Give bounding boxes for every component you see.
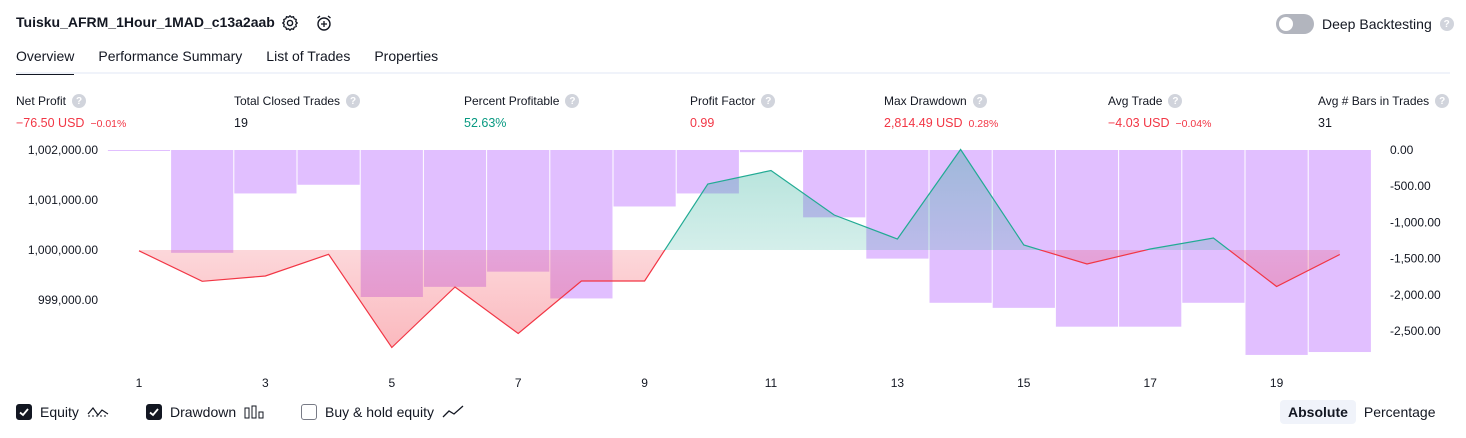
x-axis-tick: 1: [136, 376, 143, 390]
metric-profit-factor: Profit Factor? 0.99: [690, 94, 776, 130]
right-axis-tick: -1,000.00: [1390, 215, 1441, 229]
metric-net-profit: Net Profit? −76.50 USD −0.01%: [16, 94, 126, 130]
info-icon[interactable]: ?: [346, 94, 361, 108]
right-axis-tick: -2,000.00: [1390, 288, 1441, 302]
metric-value: 19: [234, 116, 248, 130]
absolute-button[interactable]: Absolute: [1280, 400, 1356, 424]
metric-label: Total Closed Trades: [234, 94, 341, 108]
legend-buy-hold[interactable]: Buy & hold equity: [301, 404, 464, 420]
trend-line-icon: [442, 405, 464, 418]
right-axis-tick: -2,500.00: [1390, 324, 1441, 338]
left-axis-tick: 1,001,000.00: [28, 193, 98, 207]
drawdown-bar: [739, 150, 803, 153]
help-icon[interactable]: ?: [1439, 17, 1454, 31]
drawdown-bar: [1055, 150, 1119, 327]
drawdown-label: Drawdown: [170, 404, 237, 420]
tab-properties[interactable]: Properties: [374, 48, 438, 75]
info-icon[interactable]: ?: [972, 94, 987, 108]
x-axis-tick: 3: [262, 376, 269, 390]
equity-line-icon: [87, 407, 109, 417]
metric-label: Profit Factor: [690, 94, 756, 108]
legend-drawdown[interactable]: Drawdown: [146, 404, 264, 420]
tab-divider: [16, 72, 1450, 74]
legend-equity[interactable]: Equity: [16, 404, 109, 420]
right-axis-tick: 0.00: [1390, 143, 1414, 157]
drawdown-bar: [613, 150, 676, 207]
x-axis-tick: 9: [641, 376, 648, 390]
info-icon[interactable]: ?: [761, 94, 776, 108]
x-axis-tick: 19: [1270, 376, 1284, 390]
view-mode-toggle: Absolute Percentage: [1280, 400, 1444, 424]
metric-label: Avg # Bars in Trades: [1318, 94, 1430, 108]
drawdown-bar: [107, 150, 171, 151]
metric-avg-bars-in-trades: Avg # Bars in Trades? 31: [1318, 94, 1450, 130]
drawdown-bar: [297, 150, 360, 185]
percentage-button[interactable]: Percentage: [1356, 400, 1444, 424]
metric-value: −76.50 USD: [16, 116, 85, 130]
info-icon[interactable]: ?: [72, 94, 87, 108]
metric-value: 0.99: [690, 116, 715, 130]
left-axis-tick: 999,000.00: [38, 293, 98, 307]
deep-backtesting-label: Deep Backtesting: [1322, 16, 1432, 32]
right-axis-tick: -500.00: [1390, 179, 1431, 193]
info-icon[interactable]: ?: [1435, 94, 1450, 108]
equity-label: Equity: [40, 404, 79, 420]
metric-label: Avg Trade: [1108, 94, 1163, 108]
metric-value: 31: [1318, 116, 1332, 130]
left-axis-tick: 1,000,000.00: [28, 243, 98, 257]
equity-checkbox[interactable]: [16, 404, 32, 420]
drawdown-bar: [1182, 150, 1245, 303]
metric-percent: −0.04%: [1175, 118, 1212, 130]
equity-drawdown-chart[interactable]: 1,002,000.00 1,001,000.00 1,000,000.00 999,…: [0, 140, 1466, 396]
bar-chart-icon: [244, 405, 264, 419]
tab-list-of-trades[interactable]: List of Trades: [266, 48, 350, 75]
info-icon[interactable]: ?: [1168, 94, 1183, 108]
x-axis-tick: 5: [388, 376, 395, 390]
tab-overview[interactable]: Overview: [16, 48, 75, 75]
metric-total-closed-trades: Total Closed Trades? 19: [234, 94, 361, 130]
metric-avg-trade: Avg Trade? −4.03 USD −0.04%: [1108, 94, 1211, 130]
tab-performance-summary[interactable]: Performance Summary: [98, 48, 242, 75]
info-icon[interactable]: ?: [565, 94, 580, 108]
x-axis-tick: 11: [765, 376, 778, 390]
buy-hold-checkbox[interactable]: [301, 404, 317, 420]
deep-backtesting: Deep Backtesting ?: [1276, 14, 1454, 34]
strategy-title: Tuisku_AFRM_1Hour_1MAD_c13a2aab: [16, 14, 275, 30]
drawdown-checkbox[interactable]: [146, 404, 162, 420]
metric-label: Percent Profitable: [464, 94, 560, 108]
metric-value: 2,814.49 USD: [884, 116, 963, 130]
drawdown-bar: [1119, 150, 1182, 327]
x-axis-tick: 13: [891, 376, 905, 390]
metric-value: 52.63%: [464, 116, 507, 130]
x-axis-tick: 7: [515, 376, 522, 390]
metric-percent: −0.01%: [90, 118, 127, 130]
metric-label: Max Drawdown: [884, 94, 967, 108]
metric-max-drawdown: Max Drawdown? 2,814.49 USD 0.28%: [884, 94, 998, 130]
right-axis-tick: -1,500.00: [1390, 252, 1441, 266]
drawdown-bar: [234, 150, 297, 194]
metric-percent-profitable: Percent Profitable? 52.63%: [464, 94, 580, 130]
left-axis-tick: 1,002,000.00: [28, 143, 98, 157]
x-axis-tick: 17: [1144, 376, 1158, 390]
deep-backtesting-toggle[interactable]: [1276, 14, 1314, 34]
gear-icon[interactable]: [280, 13, 300, 33]
drawdown-bar: [171, 150, 234, 253]
metric-label: Net Profit: [16, 94, 67, 108]
tab-bar: Overview Performance Summary List of Tra…: [16, 48, 438, 75]
metric-value: −4.03 USD: [1108, 116, 1170, 130]
metric-percent: 0.28%: [968, 118, 999, 130]
alarm-plus-icon[interactable]: [314, 13, 334, 33]
buy-hold-label: Buy & hold equity: [325, 404, 434, 420]
x-axis-tick: 15: [1017, 376, 1031, 390]
